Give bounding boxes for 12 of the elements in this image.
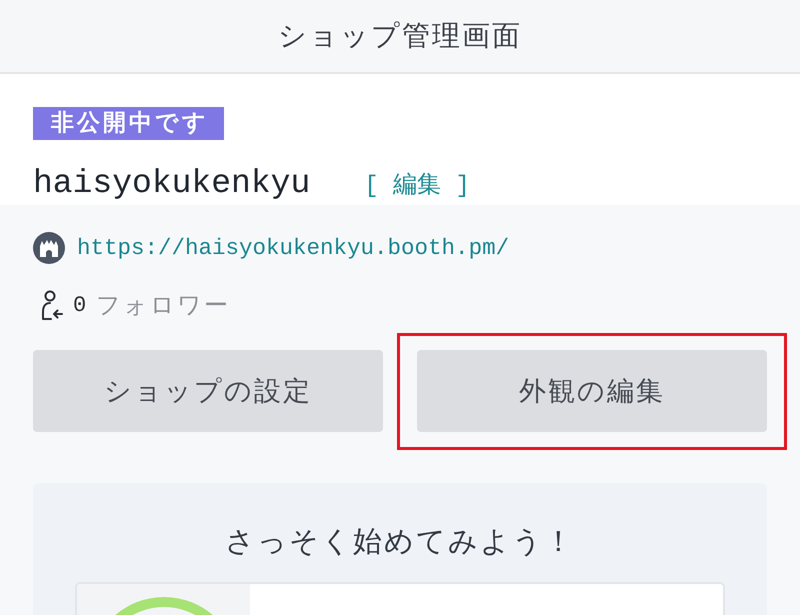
follower-count: 0: [73, 292, 86, 318]
card-title: さっそく始めてみよう！: [224, 523, 576, 559]
house-icon: [33, 232, 65, 264]
action-button[interactable]: ショップの設定: [33, 350, 383, 432]
shop-url-link[interactable]: https://haisyokukenkyu.booth.pm/: [77, 235, 510, 261]
status-badge: 非公開中です: [33, 107, 224, 140]
action-button[interactable]: 外観の編集: [417, 350, 767, 432]
edit-link[interactable]: [ 編集 ]: [364, 172, 470, 202]
page-title: ショップ管理画面: [278, 18, 522, 54]
shop-name: haisyokukenkyu: [33, 164, 310, 204]
follower-label: フォロワー: [96, 290, 230, 321]
person-icon: [40, 290, 64, 320]
